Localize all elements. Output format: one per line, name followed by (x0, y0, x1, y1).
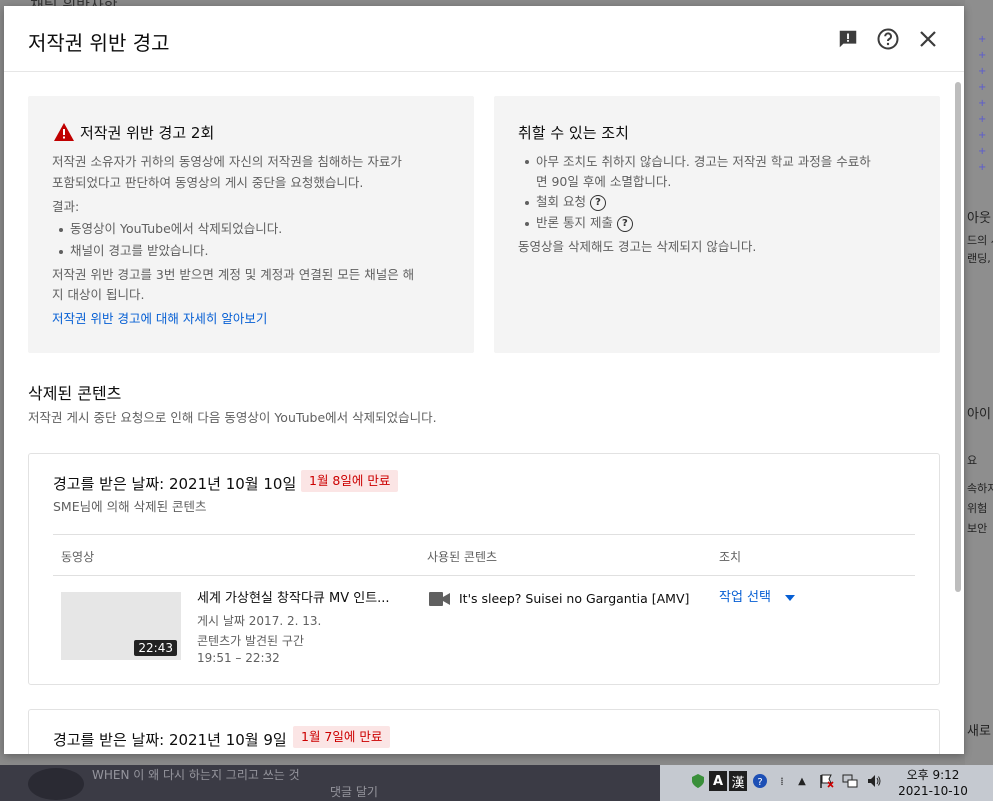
bg-snippet: 랜딩, (967, 252, 991, 265)
divider (53, 534, 915, 535)
bg-snippet: 드의 시 (967, 234, 993, 247)
svg-text:?: ? (757, 777, 762, 788)
bg-snippet: 위험 (967, 502, 988, 515)
chevron-down-icon (785, 594, 796, 601)
strike-desc-line: 저작권 소유자가 귀하의 동영상에 자신의 저작권을 침해하는 자료가 (52, 154, 402, 169)
column-header-video: 동영상 (61, 550, 95, 564)
hanja-icon[interactable]: 漢 (729, 771, 747, 791)
retraction-label: 철회 요청 (536, 194, 586, 209)
strike-summary-card: 저작권 위반 경고 2회 저작권 소유자가 귀하의 동영상에 자신의 저작권을 … (28, 96, 474, 353)
strike-desc-line: 포함되었다고 판단하여 동영상의 게시 중단을 요청했습니다. (52, 175, 364, 190)
result-item: 채널이 경고를 받았습니다. (70, 243, 209, 258)
column-header-action: 조치 (719, 550, 742, 564)
learn-more-link[interactable]: 저작권 위반 경고에 대해 자세히 알아보기 (52, 309, 267, 329)
removed-content-title: 삭제된 콘텐츠 (28, 384, 122, 403)
strike-date: 경고를 받은 날짜: 2021년 10월 10일 (53, 475, 297, 493)
result-item: 동영상이 YouTube에서 삭제되었습니다. (70, 221, 283, 236)
divider (53, 575, 915, 576)
bullet (525, 222, 529, 226)
video-title[interactable]: 세계 가상현실 창작다큐 MV 인트... (197, 589, 390, 609)
background-text: 댓글 달기 (330, 785, 378, 799)
strike-entry: 경고를 받은 날짜: 2021년 10월 9일 1월 7일에 만료 (28, 709, 940, 754)
strike-entry: 경고를 받은 날짜: 2021년 10월 10일 1월 8일에 만료 SME님에… (28, 453, 940, 685)
bg-snippet: 보안 (967, 522, 988, 535)
dialog-title: 저작권 위반 경고 (28, 31, 170, 55)
help-icon (877, 28, 899, 50)
used-content-title: It's sleep? Suisei no Gargantia [AMV] (459, 591, 690, 606)
available-actions-card: 취할 수 있는 조치 아무 조치도 취하지 않습니다. 경고는 저작권 학교 과… (494, 96, 940, 353)
chevron-up-icon[interactable]: ▲ (794, 773, 810, 789)
action-item-do-nothing: 아무 조치도 취하지 않습니다. 경고는 저작권 학교 과정을 수료하 (536, 154, 871, 169)
warning-icon (54, 123, 74, 141)
network-shield-icon[interactable] (690, 773, 706, 789)
ime-help-icon[interactable]: ? (752, 773, 768, 789)
termination-warning-line: 지 대상이 됩니다. (52, 287, 145, 302)
dialog-scrollbar[interactable] (952, 72, 964, 754)
help-button[interactable] (876, 27, 900, 51)
bg-snippet: 요 (967, 454, 978, 467)
clock-date: 2021-10-10 (898, 784, 968, 798)
video-duration: 22:43 (134, 640, 177, 656)
network-icon[interactable] (842, 773, 858, 789)
windows-taskbar: WHEN 이 왜 다시 하는지 그리고 쓰는 것 댓글 달기 A 漢 ? ⁞ ▲… (0, 765, 993, 801)
content-found-range: 19:51 – 22:32 (197, 651, 280, 665)
action-center-flag-icon[interactable] (818, 773, 834, 789)
strike-date: 경고를 받은 날짜: 2021년 10월 9일 (53, 731, 287, 749)
result-label: 결과: (52, 199, 80, 214)
avatar (28, 768, 84, 800)
counter-notice-help-icon[interactable]: ? (616, 215, 633, 232)
dialog-header: 저작권 위반 경고 (4, 6, 964, 72)
background-text: WHEN 이 왜 다시 하는지 그리고 쓰는 것 (92, 768, 300, 782)
close-button[interactable] (916, 27, 940, 51)
action-item-retraction: 철회 요청? (536, 192, 606, 212)
video-posted-date: 게시 날짜 2017. 2. 13. (197, 614, 322, 628)
select-action-label: 작업 선택 (719, 590, 771, 605)
feedback-button[interactable] (836, 27, 860, 51)
volume-icon[interactable] (866, 773, 882, 789)
scrollbar-thumb[interactable] (955, 82, 961, 592)
column-header-content: 사용된 콘텐츠 (427, 550, 498, 564)
dialog-content[interactable]: 저작권 위반 경고 2회 저작권 소유자가 귀하의 동영상에 자신의 저작권을 … (4, 72, 952, 754)
video-camera-icon (429, 592, 450, 606)
ime-options-icon[interactable]: ⁞ (774, 773, 790, 789)
select-action-dropdown[interactable]: 작업 선택 (719, 588, 796, 608)
copyright-strike-dialog: 저작권 위반 경고 저작권 위반 경고 2회 저작권 소유자가 귀하의 동영상에… (4, 6, 964, 754)
bullet (59, 228, 63, 232)
bullet (525, 160, 529, 164)
background-content-strip: WHEN 이 왜 다시 하는지 그리고 쓰는 것 댓글 달기 (0, 765, 660, 801)
termination-warning-line: 저작권 위반 경고를 3번 받으면 계정 및 계정과 연결된 모든 채널은 해 (52, 267, 415, 282)
feedback-icon (839, 30, 857, 48)
expiry-badge: 1월 8일에 만료 (301, 470, 399, 492)
ime-mode-icon[interactable]: A (709, 771, 727, 791)
bg-snippet: 아이 (967, 407, 991, 422)
clock-time: 오후 9:12 (906, 768, 960, 782)
close-icon (920, 31, 936, 47)
actions-note: 동영상을 삭제해도 경고는 삭제되지 않습니다. (518, 239, 757, 254)
removed-by: SME님에 의해 삭제된 콘텐츠 (53, 499, 207, 514)
action-item-counter-notice: 반론 통지 제출? (536, 213, 633, 233)
bullet (525, 201, 529, 205)
bg-snippet: 속하지 (967, 482, 993, 495)
expiry-badge: 1월 7일에 만료 (293, 726, 391, 748)
action-item-do-nothing-cont: 면 90일 후에 소멸합니다. (536, 174, 672, 189)
bg-snippet: 새로 (967, 724, 991, 739)
bullet (59, 250, 63, 254)
actions-title: 취할 수 있는 조치 (518, 124, 629, 142)
video-thumbnail[interactable]: 22:43 (61, 592, 181, 660)
retraction-help-icon[interactable]: ? (589, 194, 606, 211)
strike-count-title: 저작권 위반 경고 2회 (80, 124, 215, 142)
counter-notice-label: 반론 통지 제출 (536, 215, 613, 230)
bg-snippet: 아웃 (967, 211, 991, 226)
system-clock[interactable]: 오후 9:12 2021-10-10 (898, 767, 968, 799)
removed-content-subtitle: 저작권 게시 중단 요청으로 인해 다음 동영상이 YouTube에서 삭제되었… (28, 410, 437, 425)
